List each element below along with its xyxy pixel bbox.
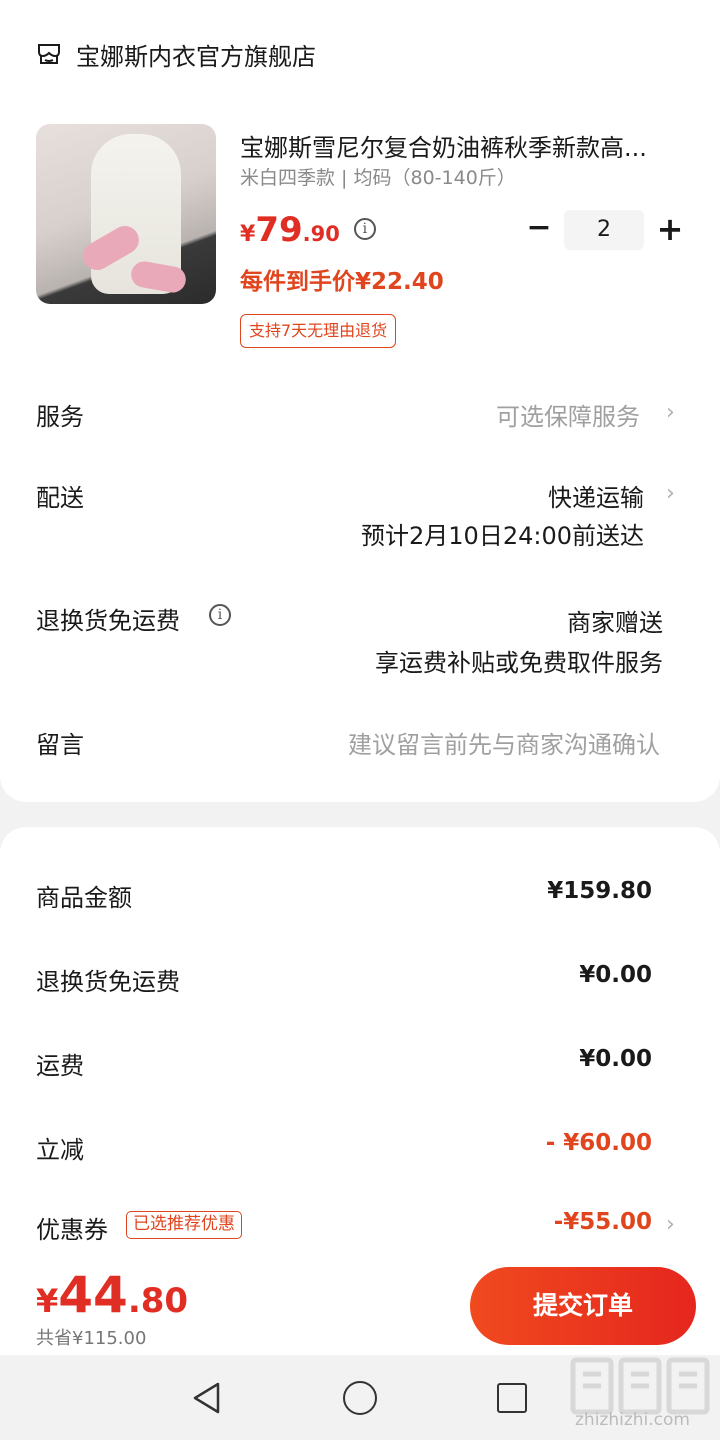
price-decimal: .90 <box>302 222 340 246</box>
total-integer: 44 <box>58 1266 128 1324</box>
discount-value: - ¥60.00 <box>545 1130 652 1156</box>
goods-amount-label: 商品金额 <box>36 884 132 912</box>
home-circle-icon[interactable] <box>343 1381 377 1415</box>
service-label: 服务 <box>36 403 84 431</box>
recents-square-icon[interactable] <box>497 1383 527 1413</box>
message-input[interactable]: 建议留言前先与商家沟通确认 <box>348 725 660 760</box>
coupon-badge[interactable]: 已选推荐优惠 <box>126 1211 242 1239</box>
submit-order-button[interactable]: 提交订单 <box>470 1267 696 1345</box>
info-icon[interactable]: i <box>209 604 231 626</box>
product-thumbnail[interactable] <box>36 124 216 304</box>
price-integer: 79 <box>255 210 303 250</box>
return-policy-badge: 支持7天无理由退货 <box>240 314 397 348</box>
quantity-decrease-button[interactable]: − <box>524 212 554 248</box>
quantity-increase-button[interactable]: + <box>654 210 686 250</box>
coupon-value[interactable]: -¥55.00 <box>554 1209 652 1235</box>
return-fee-value: ¥0.00 <box>579 962 652 988</box>
return-fee-label: 退换货免运费 <box>36 968 180 996</box>
shipping-fee-label: 运费 <box>36 1052 84 1080</box>
delivery-eta: 预计2月10日24:00前送达 <box>361 522 644 550</box>
coupon-label: 优惠券 <box>36 1216 108 1244</box>
shop-icon <box>38 44 60 64</box>
unit-price: 每件到手价¥22.40 <box>240 269 444 295</box>
chevron-right-icon[interactable]: › <box>666 481 675 506</box>
total-decimal: .80 <box>127 1281 189 1321</box>
quantity-input[interactable]: 2 <box>564 210 644 250</box>
discount-label: 立减 <box>36 1136 84 1164</box>
goods-amount-value: ¥159.80 <box>547 878 652 904</box>
shipping-fee-value: ¥0.00 <box>579 1046 652 1072</box>
product-title[interactable]: 宝娜斯雪尼尔复合奶油裤秋季新款高... <box>240 128 688 163</box>
chevron-right-icon[interactable]: › <box>666 400 675 425</box>
return-shipping-detail: 享运费补贴或免费取件服务 <box>375 649 663 677</box>
back-triangle-icon[interactable] <box>190 1381 224 1415</box>
delivery-label: 配送 <box>36 484 84 512</box>
return-shipping-value: 商家赠送 <box>567 609 663 637</box>
return-shipping-label: 退换货免运费 <box>36 607 180 635</box>
total-price: ¥ 44 .80 <box>36 1266 188 1324</box>
product-spec[interactable]: 米白四季款 | 均码（80-140斤） <box>240 163 516 190</box>
total-currency: ¥ <box>36 1282 59 1320</box>
info-icon[interactable]: i <box>353 218 376 240</box>
chevron-right-icon[interactable]: › <box>666 1212 675 1237</box>
shop-name: 宝娜斯内衣官方旗舰店 <box>76 42 316 71</box>
delivery-value[interactable]: 快递运输 <box>548 478 644 513</box>
message-label: 留言 <box>36 731 84 759</box>
total-saved: 共省¥115.00 <box>36 1328 147 1349</box>
product-price: ¥ 79 .90 i <box>240 210 376 250</box>
shop-header[interactable]: 宝娜斯内衣官方旗舰店 <box>36 36 316 72</box>
price-currency: ¥ <box>240 222 256 247</box>
service-value[interactable]: 可选保障服务 <box>496 397 640 432</box>
watermark-text: zhizhizhi.com <box>575 1410 690 1430</box>
